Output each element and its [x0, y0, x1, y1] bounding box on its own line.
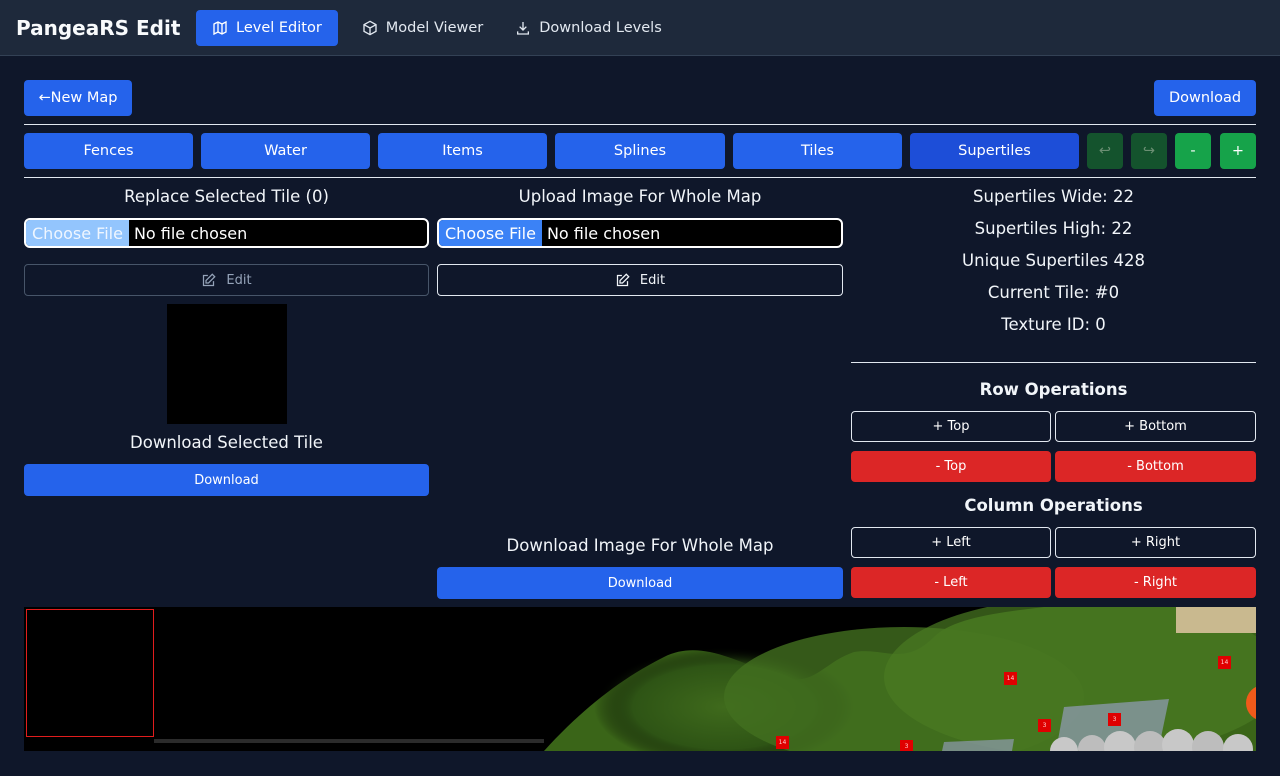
nav-label: Download Levels: [539, 19, 662, 36]
choose-file-button[interactable]: Choose File: [26, 220, 129, 246]
file-status: No file chosen: [546, 223, 661, 243]
add-right-column-button[interactable]: + Right: [1055, 527, 1256, 558]
nav-label: Model Viewer: [385, 19, 484, 36]
column-operations-title: Column Operations: [964, 496, 1143, 515]
supertiles-wide: Supertiles Wide: 22: [973, 187, 1134, 206]
divider: [24, 177, 1256, 178]
zoom-in-button[interactable]: +: [1220, 133, 1256, 169]
map-marker[interactable]: 14: [776, 736, 789, 749]
download-map-image-button[interactable]: Download: [437, 567, 843, 599]
row-operations-title: Row Operations: [979, 380, 1128, 399]
map-marker[interactable]: 3: [1038, 719, 1051, 732]
download-map-button[interactable]: Download: [1154, 80, 1256, 116]
tab-supertiles[interactable]: Supertiles: [910, 133, 1079, 169]
add-left-column-button[interactable]: + Left: [851, 527, 1051, 558]
edit-map-button[interactable]: Edit: [437, 264, 843, 296]
file-status: No file chosen: [133, 223, 248, 243]
map-marker[interactable]: 3: [900, 740, 913, 751]
map-icon: [213, 20, 227, 35]
edit-icon: [616, 272, 630, 286]
tab-items[interactable]: Items: [378, 133, 547, 169]
cube-icon: [363, 20, 377, 35]
download-map-image-title: Download Image For Whole Map: [506, 536, 774, 555]
current-tile: Current Tile: #0: [987, 283, 1120, 302]
download-tile-button[interactable]: Download: [24, 464, 429, 496]
map-marker[interactable]: 14: [1218, 656, 1231, 669]
map-terrain: [154, 607, 1256, 751]
choose-file-button[interactable]: Choose File: [439, 220, 542, 246]
nav-level-editor[interactable]: Level Editor: [196, 9, 338, 46]
nav-model-viewer[interactable]: Model Viewer: [346, 10, 499, 46]
edit-label: Edit: [639, 272, 666, 288]
supertiles-high: Supertiles High: 22: [974, 219, 1133, 238]
remove-right-column-button[interactable]: - Right: [1055, 567, 1256, 598]
nav-label: Level Editor: [236, 19, 322, 36]
map-marker[interactable]: 14: [1004, 672, 1017, 685]
tab-splines[interactable]: Splines: [555, 133, 725, 169]
nav-download-levels[interactable]: Download Levels: [499, 10, 678, 46]
map-canvas[interactable]: 14 14 3 3 14 3: [24, 607, 1256, 751]
texture-id: Texture ID: 0: [1001, 315, 1106, 334]
upload-map-file-input[interactable]: Choose File No file chosen: [437, 218, 843, 248]
app-brand: PangeaRS Edit: [16, 15, 181, 40]
add-bottom-row-button[interactable]: + Bottom: [1055, 411, 1256, 442]
tab-water[interactable]: Water: [201, 133, 370, 169]
top-navbar: PangeaRS Edit Level Editor Model Viewer …: [0, 0, 1280, 56]
replace-tile-file-input[interactable]: Choose File No file chosen: [24, 218, 429, 248]
tab-fences[interactable]: Fences: [24, 133, 193, 169]
divider: [24, 124, 1256, 125]
add-top-row-button[interactable]: + Top: [851, 411, 1051, 442]
remove-bottom-row-button[interactable]: - Bottom: [1055, 451, 1256, 482]
selected-tile-preview: [167, 304, 287, 424]
edit-tile-button[interactable]: Edit: [24, 264, 429, 296]
selection-box: [26, 609, 154, 737]
download-tile-title: Download Selected Tile: [130, 433, 323, 452]
zoom-out-button[interactable]: -: [1175, 133, 1211, 169]
download-icon: [517, 21, 530, 35]
undo-button[interactable]: ↩: [1087, 133, 1123, 169]
edit-label: Edit: [226, 272, 252, 288]
edit-icon: [203, 272, 217, 286]
upload-map-title: Upload Image For Whole Map: [518, 187, 762, 206]
redo-button[interactable]: ↪: [1131, 133, 1167, 169]
remove-left-column-button[interactable]: - Left: [851, 567, 1051, 598]
tab-tiles[interactable]: Tiles: [733, 133, 902, 169]
unique-supertiles: Unique Supertiles 428: [962, 251, 1145, 270]
new-map-button[interactable]: ←New Map: [24, 80, 132, 116]
remove-top-row-button[interactable]: - Top: [851, 451, 1051, 482]
divider: [851, 362, 1256, 363]
map-marker[interactable]: 3: [1108, 713, 1121, 726]
replace-tile-title: Replace Selected Tile (0): [124, 187, 329, 206]
